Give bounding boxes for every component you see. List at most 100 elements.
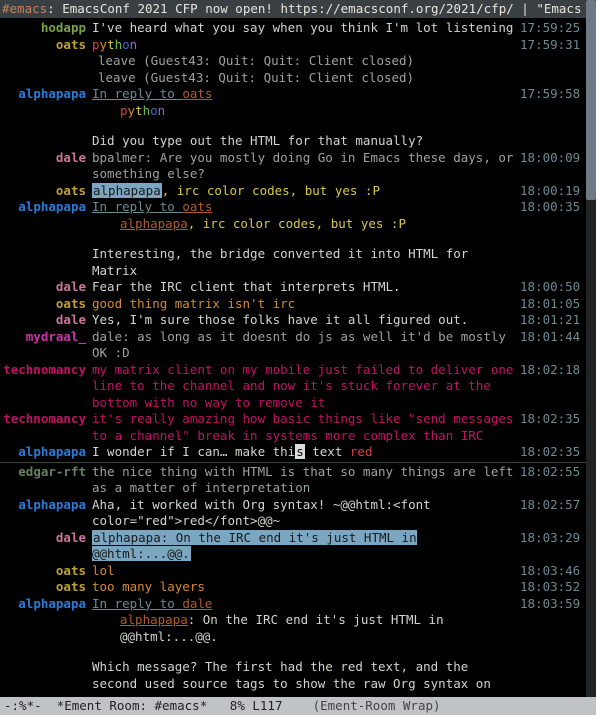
message-body: bpalmer: Are you mostly doing Go in Emac… [92,150,520,183]
message-row[interactable]: alphapapaIn reply to oats17:59:58 [0,86,586,103]
text-token: leave (Guest43: Quit: Quit: Client close… [98,70,414,85]
text-token: Fear the IRC client that interprets HTML… [92,279,401,294]
channel-name: #emacs [2,1,47,16]
timestamp: 18:00:50 [520,279,586,296]
timestamp: 18:01:05 [520,296,586,313]
message-row[interactable]: dalealphapapa: On the IRC end it's just … [0,530,586,563]
nick-column: dale [0,530,92,547]
nick-column: oats [0,183,92,200]
message-body: alphapapa, irc color codes, but yes :P [92,183,520,200]
rainbow-char: p [120,103,128,118]
modeline-status: -:%*- [4,698,42,715]
timestamp: 17:59:31 [520,37,586,54]
scrollbar-thumb[interactable] [586,0,596,200]
text-token: Interesting, the bridge converted it int… [92,246,468,278]
nick-column: edgar-rft [0,464,92,481]
nick-column: alphapapa [0,444,92,461]
modeline-buffer: *Ement Room: #emacs* [57,698,208,715]
rainbow-char: y [128,103,136,118]
text-token: good thing matrix isn't irc [92,296,295,311]
timestamp: 18:00:35 [520,199,586,216]
timestamp: 18:03:59 [520,596,586,613]
nick-column: oats [0,579,92,596]
message-row[interactable]: oatsalphapapa, irc color codes, but yes … [0,183,586,200]
nick-column: hodapp [0,20,92,37]
rainbow-char: h [143,103,151,118]
message-body: leave (Guest43: Quit: Quit: Client close… [92,53,520,70]
message-row[interactable]: technomancyit's really amazing how basic… [0,411,586,444]
text-token: alphapapa: On the IRC end it's just HTML… [92,530,417,562]
message-row[interactable]: hodappI've heard what you say when you t… [0,20,586,37]
rainbow-char: o [122,37,130,52]
message-row[interactable]: leave (Guest43: Quit: Quit: Client close… [0,70,586,87]
message-row[interactable]: mydraal_dale: as long as it doesnt do js… [0,329,586,362]
scrollbar-track[interactable] [586,0,596,697]
message-row[interactable]: alphapapaI wonder if I can… make this te… [0,444,586,461]
message-body: In reply to oats [92,86,520,103]
message-body: the nice thing with HTML is that so many… [92,464,520,497]
message-log[interactable]: hodappI've heard what you say when you t… [0,18,586,715]
text-token: red [350,444,373,459]
message-body: good thing matrix isn't irc [92,296,520,313]
message-row[interactable]: oatslol18:03:46 [0,563,586,580]
message-row[interactable]: oatsgood thing matrix isn't irc18:01:05 [0,296,586,313]
message-row[interactable]: dalebpalmer: Are you mostly doing Go in … [0,150,586,183]
rainbow-char: n [158,103,166,118]
text-token: I've heard what you say when you think I… [92,20,513,35]
message-body: my matrix client on my mobile just faile… [92,362,520,412]
message-row[interactable]: alphapapaAha, it worked with Org syntax!… [0,497,586,530]
nick-column: dale [0,150,92,167]
nick-column: oats [0,37,92,54]
message-row[interactable]: alphapapaIn reply to oats18:00:35 [0,199,586,216]
timestamp: 17:59:58 [520,86,586,103]
message-row[interactable]: daleFear the IRC client that interprets … [0,279,586,296]
timestamp: 18:00:19 [520,183,586,200]
message-row[interactable]: technomancymy matrix client on my mobile… [0,362,586,412]
nick-column: technomancy [0,411,92,428]
rainbow-char: h [115,37,123,52]
text-token: oats [182,86,212,101]
channel-topic: : EmacsConf 2021 CFP now open! https://e… [47,1,590,16]
text-token: bpalmer: Are you mostly doing Go in Emac… [92,150,513,182]
text-token: , irc color codes, but yes :P [162,183,380,198]
message-row[interactable]: Interesting, the bridge converted it int… [0,246,586,279]
message-row[interactable]: leave (Guest43: Quit: Quit: Client close… [0,53,586,70]
timestamp: 18:03:29 [520,530,586,547]
text-token: Yes, I'm sure those folks have it all fi… [92,312,468,327]
timestamp: 18:02:57 [520,497,586,514]
text-token: Did you type out the HTML for that manua… [92,133,423,148]
spacer [0,232,586,246]
rainbow-char: o [150,103,158,118]
text-token: it's really amazing how basic things lik… [92,411,513,443]
nick-column: alphapapa [0,199,92,216]
nick-column: oats [0,563,92,580]
message-body: Aha, it worked with Org syntax! ~@@html:… [92,497,520,530]
message-row[interactable]: daleYes, I'm sure those folks have it al… [0,312,586,329]
emacs-window: #emacs: EmacsConf 2021 CFP now open! htt… [0,0,596,715]
text-token: my matrix client on my mobile just faile… [92,362,513,410]
message-row[interactable]: oatstoo many layers18:03:52 [0,579,586,596]
message-body: Did you type out the HTML for that manua… [92,133,520,150]
message-row[interactable]: edgar-rftthe nice thing with HTML is tha… [0,464,586,497]
rainbow-char: y [100,37,108,52]
message-row[interactable]: oatspython17:59:31 [0,37,586,54]
message-row[interactable]: Did you type out the HTML for that manua… [0,133,586,150]
message-row[interactable]: alphapapaIn reply to dale18:03:59 [0,596,586,613]
text-token: dale: as long as it doesnt do js as well… [92,329,506,361]
message-body: dale: as long as it doesnt do js as well… [92,329,520,362]
nick-column: technomancy [0,362,92,379]
text-token: too many layers [92,579,205,594]
text-token: leave (Guest43: Quit: Quit: Client close… [98,53,414,68]
rainbow-char: n [130,37,138,52]
message-row[interactable]: alphapapa: On the IRC end it's just HTML… [0,612,586,645]
cursor: s [295,444,305,459]
text-token: Aha, it worked with Org syntax! ~@@html:… [92,497,431,529]
message-row[interactable]: alphapapa, irc color codes, but yes :P [0,216,586,233]
nick-column: alphapapa [0,497,92,514]
message-body: I've heard what you say when you think I… [92,20,520,37]
message-row[interactable]: python [0,103,586,120]
message-body: it's really amazing how basic things lik… [92,411,520,444]
text-token: In reply to [92,596,182,611]
timestamp: 18:02:18 [520,362,586,379]
message-body: too many layers [92,579,520,596]
